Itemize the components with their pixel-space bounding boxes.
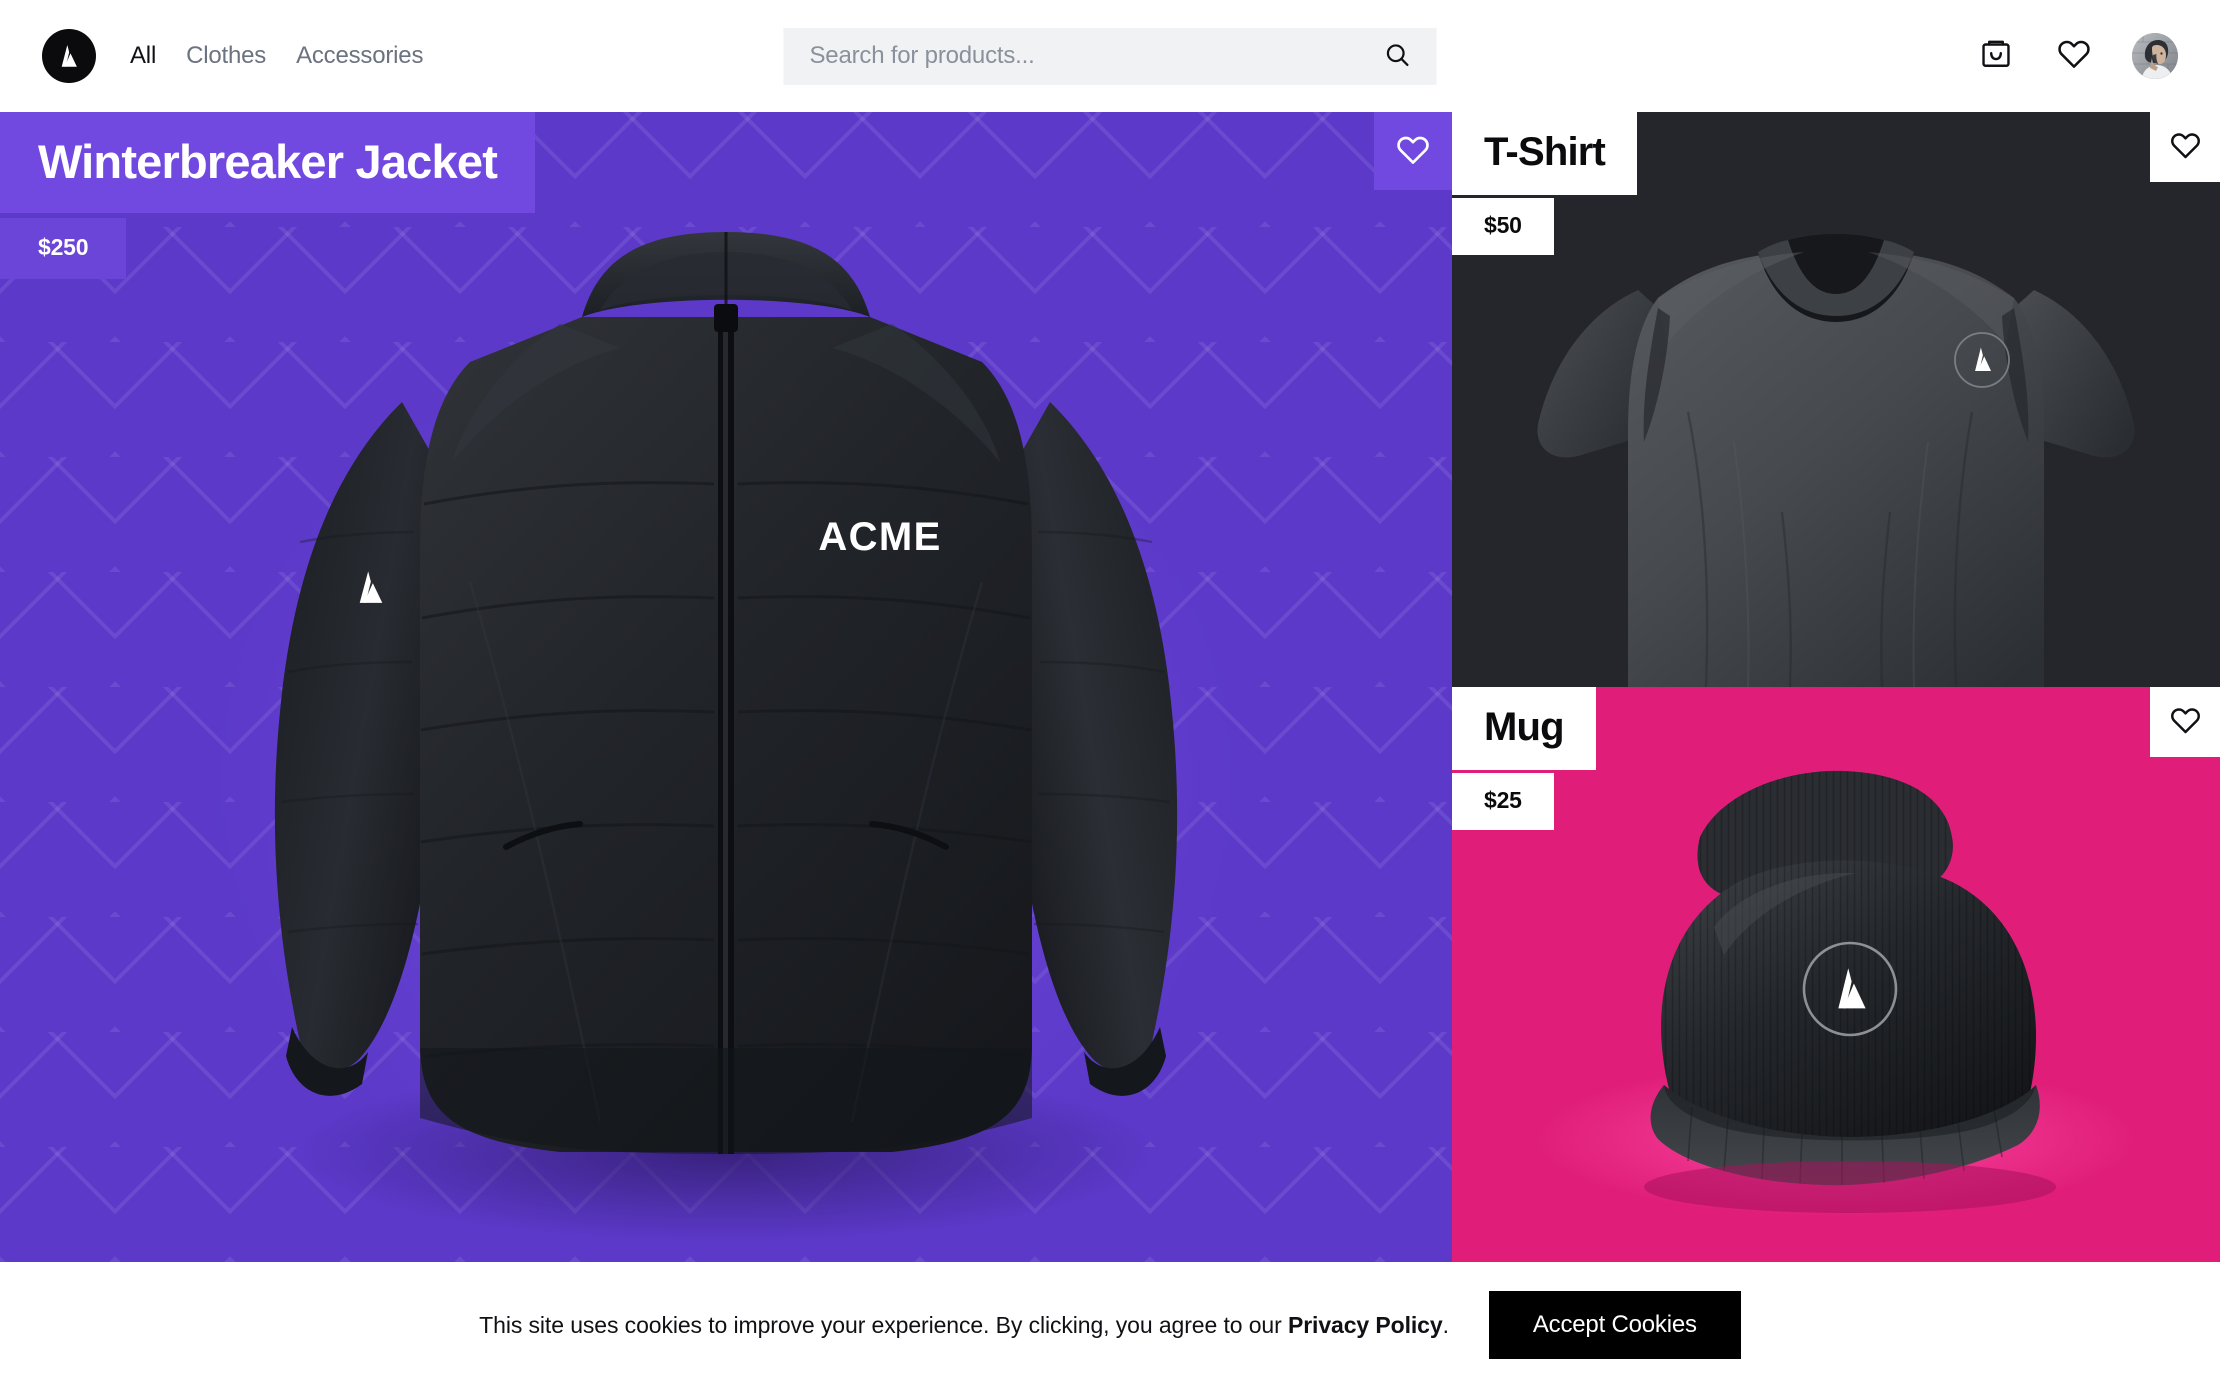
hero-favorite-button[interactable] [1374, 112, 1452, 190]
jacket-acme-text: ACME [818, 515, 941, 559]
wishlist-button[interactable] [2054, 36, 2094, 76]
product-card-winterbreaker-jacket[interactable]: ACME Winterbreaker Jacket $250 [0, 112, 1452, 1262]
search-box[interactable] [783, 27, 1437, 85]
mug-title: Mug [1452, 687, 1596, 770]
product-grid: ACME Winterbreaker Jacket $250 T-Shirt $… [0, 112, 2220, 1262]
cookie-text-before: This site uses cookies to improve your e… [479, 1311, 1288, 1338]
cookie-banner-text: This site uses cookies to improve your e… [479, 1312, 1449, 1339]
search-submit-button[interactable] [1381, 39, 1415, 73]
tshirt-image [1452, 112, 2220, 687]
search-input[interactable] [809, 42, 1381, 70]
accept-cookies-button[interactable]: Accept Cookies [1488, 1291, 1741, 1359]
hero-product-price: $250 [0, 218, 127, 279]
jacket-image: ACME [0, 112, 1452, 1262]
primary-nav: All Clothes Accessories [130, 42, 423, 70]
cookie-banner: This site uses cookies to improve your e… [0, 1262, 2220, 1388]
mug-price: $25 [1452, 773, 1554, 830]
brand-logo[interactable] [42, 29, 96, 83]
product-card-t-shirt[interactable]: T-Shirt $50 [1452, 112, 2220, 687]
tshirt-price: $50 [1452, 198, 1554, 255]
nav-item-clothes[interactable]: Clothes [186, 42, 266, 70]
secondary-products-column: T-Shirt $50 Mug $25 [1452, 112, 2220, 1262]
heart-icon [1395, 132, 1431, 171]
hero-product-title: Winterbreaker Jacket [0, 112, 536, 213]
heart-icon [2169, 129, 2202, 165]
mug-favorite-button[interactable] [2150, 687, 2220, 757]
tshirt-title: T-Shirt [1452, 112, 1638, 195]
site-header: All Clothes Accessories [0, 0, 2220, 112]
header-actions [1976, 33, 2178, 79]
privacy-policy-link[interactable]: Privacy Policy [1288, 1312, 1443, 1338]
shopping-bag-icon [1979, 37, 2013, 76]
nav-item-all[interactable]: All [130, 42, 156, 70]
acme-triangle-logo-icon [54, 41, 84, 71]
nav-item-accessories[interactable]: Accessories [296, 42, 423, 70]
heart-icon [2169, 704, 2202, 740]
tshirt-favorite-button[interactable] [2150, 112, 2220, 182]
cart-button[interactable] [1976, 36, 2016, 76]
search-container [783, 27, 1437, 85]
search-icon [1384, 41, 1412, 72]
product-card-mug[interactable]: Mug $25 [1452, 687, 2220, 1262]
avatar[interactable] [2132, 33, 2178, 79]
cookie-text-after: . [1442, 1311, 1449, 1338]
heart-icon [2056, 36, 2092, 77]
mug-image [1452, 687, 2220, 1262]
